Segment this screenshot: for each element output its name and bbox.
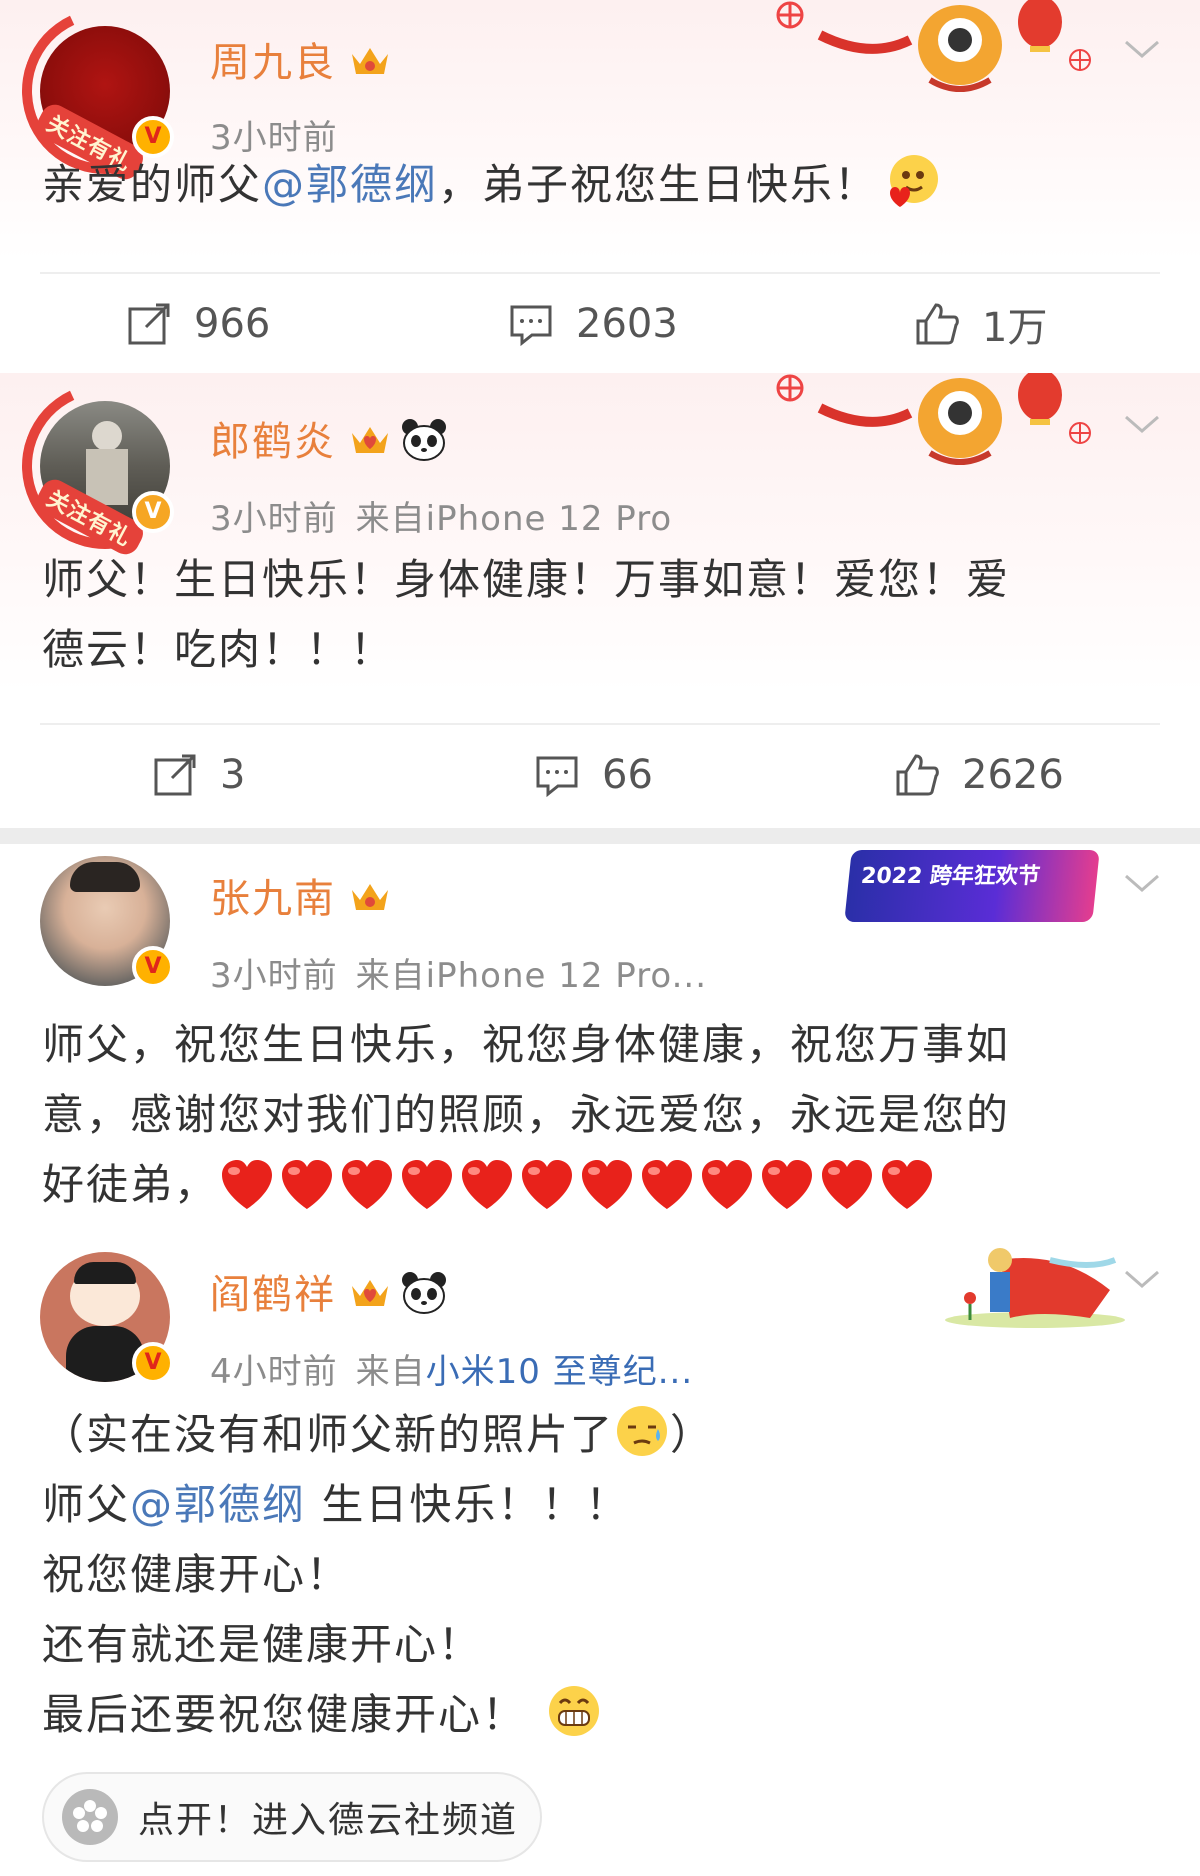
post-content: （实在没有和师父新的照片了） 师父@郭德纲 生日快乐！！！ 祝您健康开心！ 还有… [42, 1400, 1150, 1750]
post-time: 3小时前 [210, 956, 338, 996]
heart-emoji-icon [522, 1160, 573, 1209]
username[interactable]: 张九南 [210, 866, 392, 924]
username[interactable]: 阎鹤祥 [210, 1262, 448, 1320]
mention-link[interactable]: @郭德纲 [262, 160, 438, 209]
content-line: 德云！吃肉！！！ [42, 625, 395, 674]
repost-count: 966 [194, 301, 271, 347]
comment-button[interactable]: 66 [534, 735, 653, 815]
channel-entry-button[interactable]: 点开！进入德云社频道 [42, 1772, 542, 1862]
new-year-tiger-decoration [776, 373, 1091, 465]
post-time: 4小时前 [210, 1352, 338, 1392]
post-meta: 4小时前 来自小米10 至尊纪... [210, 1344, 693, 1393]
heart-emoji-icon [462, 1160, 513, 1209]
heart-emoji-icon [582, 1160, 633, 1209]
grin-emoji-icon [549, 1686, 600, 1736]
post-card: 2022 跨年狂欢节 V 张九南 3小时前 来自iPhone 12 Pro... … [0, 844, 1200, 1240]
username-text[interactable]: 郎鹤炎 [210, 419, 336, 465]
chevron-down-icon[interactable] [1122, 868, 1162, 898]
chevron-down-icon[interactable] [1122, 34, 1162, 64]
content-line: 最后还要祝您健康开心！ [42, 1680, 1150, 1750]
action-bar: 3 66 2626 [0, 735, 1200, 815]
content-line: 师父@郭德纲 生日快乐！！！ [42, 1480, 630, 1529]
vip-crown-icon [352, 1280, 388, 1306]
heart-emoji-icon [642, 1160, 693, 1209]
new-year-tiger-decoration [776, 0, 1091, 92]
username-text[interactable]: 阎鹤祥 [210, 1272, 336, 1318]
love-emoji-icon [890, 155, 939, 207]
heart-emoji-icon [702, 1160, 753, 1209]
username-text[interactable]: 周九良 [210, 40, 336, 86]
verified-badge-icon: V [132, 1342, 174, 1384]
repost-icon [154, 754, 196, 796]
panda-badge-icon [402, 1272, 446, 1314]
vip-crown-icon [352, 48, 388, 74]
post-content: 亲爱的师父@郭德纲，弟子祝您生日快乐！ [42, 150, 1150, 220]
event-banner[interactable]: 2022 跨年狂欢节 [844, 850, 1100, 922]
little-prince-decoration [945, 1248, 1125, 1328]
repost-count: 3 [220, 752, 246, 798]
avatar[interactable]: V [40, 1252, 174, 1384]
like-count: 2626 [962, 752, 1064, 798]
heart-emoji-icon [822, 1160, 873, 1209]
like-count: 1万 [982, 305, 1048, 351]
chevron-down-icon[interactable] [1122, 409, 1162, 439]
username[interactable]: 郎鹤炎 [210, 409, 448, 467]
post-source: 来自 [355, 1352, 426, 1392]
comment-count: 2603 [576, 301, 678, 347]
verified-badge-icon: V [132, 946, 174, 988]
heart-emoji-icon [882, 1160, 933, 1209]
post-source: 来自iPhone 12 Pro... [355, 956, 708, 996]
username-text[interactable]: 张九南 [210, 876, 336, 922]
repost-button[interactable]: 3 [152, 735, 245, 815]
vip-crown-icon [352, 427, 388, 453]
heart-emoji-icon [342, 1160, 393, 1209]
content-line: 师父，祝您生日快乐，祝您身体健康，祝您万事如 [42, 1020, 1011, 1069]
repost-icon [128, 303, 170, 345]
heart-emoji-icon [222, 1160, 273, 1209]
flower-icon [62, 1789, 118, 1845]
action-bar: 966 2603 1万 [0, 284, 1200, 364]
content-line: 师父！生日快乐！身体健康！万事如意！爱您！爱 [42, 555, 1011, 604]
device-link[interactable]: 小米10 至尊纪... [426, 1352, 694, 1392]
content-line: 祝您健康开心！ [42, 1550, 351, 1599]
avatar[interactable]: V [40, 856, 174, 988]
heart-emoji-row [218, 1157, 938, 1213]
mention-link[interactable]: @郭德纲 [130, 1480, 306, 1529]
sweat-emoji-icon [617, 1406, 668, 1456]
comment-icon [536, 756, 578, 798]
like-icon [916, 303, 959, 345]
channel-entry-label: 点开！进入德云社频道 [138, 1800, 519, 1841]
post-card: 关注有礼 V 周九良 3小时前 亲爱的师父@郭德纲，弟子祝您生日快乐！ 966 … [0, 0, 1200, 370]
heart-emoji-icon [402, 1160, 453, 1209]
divider [40, 272, 1160, 274]
post-content: 师父！生日快乐！身体健康！万事如意！爱您！爱 德云！吃肉！！！ [42, 465, 1150, 685]
post-meta: 3小时前 来自iPhone 12 Pro... [210, 948, 707, 997]
heart-emoji-icon [762, 1160, 813, 1209]
like-icon [896, 754, 939, 796]
content-line: 好徒弟， [42, 1150, 1150, 1220]
section-separator [0, 828, 1200, 844]
vip-crown-icon [352, 884, 388, 910]
comment-icon [510, 305, 552, 347]
content-line: 还有就还是健康开心！ [42, 1620, 483, 1669]
event-banner-text: 2022 跨年狂欢节 [859, 864, 1042, 889]
content-line: 意，感谢您对我们的照顾，永远爱您，永远是您的 [42, 1090, 1011, 1139]
like-button[interactable]: 1万 [914, 284, 1047, 364]
like-button[interactable]: 2626 [894, 735, 1064, 815]
repost-button[interactable]: 966 [126, 284, 270, 364]
comment-count: 66 [602, 752, 653, 798]
post-content: 师父，祝您生日快乐，祝您身体健康，祝您万事如 意，感谢您对我们的照顾，永远爱您，… [42, 1010, 1150, 1220]
heart-emoji-icon [282, 1160, 333, 1209]
avatar[interactable]: 关注有礼 V [0, 0, 212, 198]
post-card: 关注有礼 V 郎鹤炎 3小时前 来自iPhone 12 Pro 师父！生日快乐！身… [0, 370, 1200, 828]
comment-button[interactable]: 2603 [508, 284, 678, 364]
username[interactable]: 周九良 [210, 30, 392, 88]
chevron-down-icon[interactable] [1122, 1264, 1162, 1294]
content-line: （实在没有和师父新的照片了） [42, 1400, 1150, 1470]
panda-badge-icon [402, 419, 446, 461]
divider [40, 723, 1160, 725]
